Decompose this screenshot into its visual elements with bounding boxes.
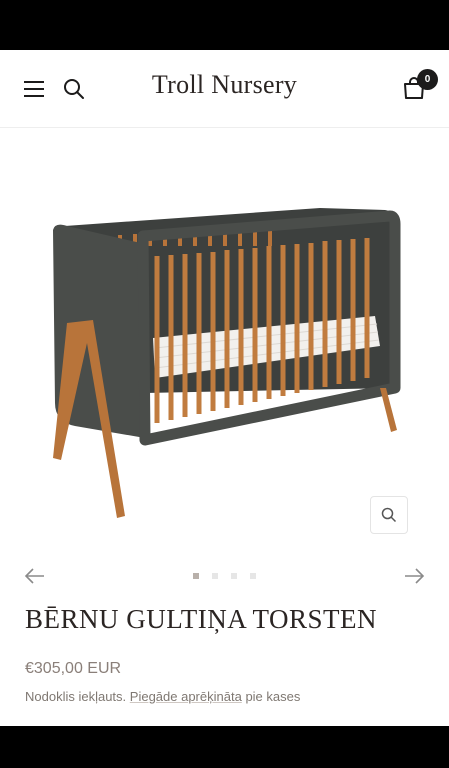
tax-note-prefix: Nodoklis iekļauts. <box>25 689 127 704</box>
crib-image <box>53 208 401 518</box>
product-gallery[interactable] <box>0 128 449 548</box>
arrow-right-icon[interactable] <box>403 566 425 586</box>
search-icon[interactable] <box>63 78 85 100</box>
site-header: Troll Nursery 0 <box>0 50 449 128</box>
product-title: BĒRNU GULTIŅA TORSTEN <box>25 604 378 634</box>
zoom-icon <box>381 507 397 523</box>
slide-dot[interactable] <box>193 573 199 579</box>
zoom-button[interactable] <box>370 496 408 534</box>
tax-note: Nodoklis iekļauts. Piegāde aprēķināta pi… <box>25 689 300 704</box>
product-price: €305,00 EUR <box>25 660 122 677</box>
tax-note-suffix: pie kases <box>245 689 301 704</box>
slide-dot[interactable] <box>231 573 237 579</box>
navigation-bar-bottom <box>0 726 449 768</box>
status-bar-top <box>0 0 449 50</box>
arrow-left-icon[interactable] <box>24 566 46 586</box>
slide-dot[interactable] <box>250 573 256 579</box>
shipping-link[interactable]: Piegāde aprēķināta <box>130 689 242 704</box>
menu-icon[interactable] <box>24 81 46 97</box>
slide-dot[interactable] <box>212 573 218 579</box>
cart-count-badge[interactable]: 0 <box>417 69 438 90</box>
store-logo[interactable]: Troll Nursery <box>120 70 329 100</box>
